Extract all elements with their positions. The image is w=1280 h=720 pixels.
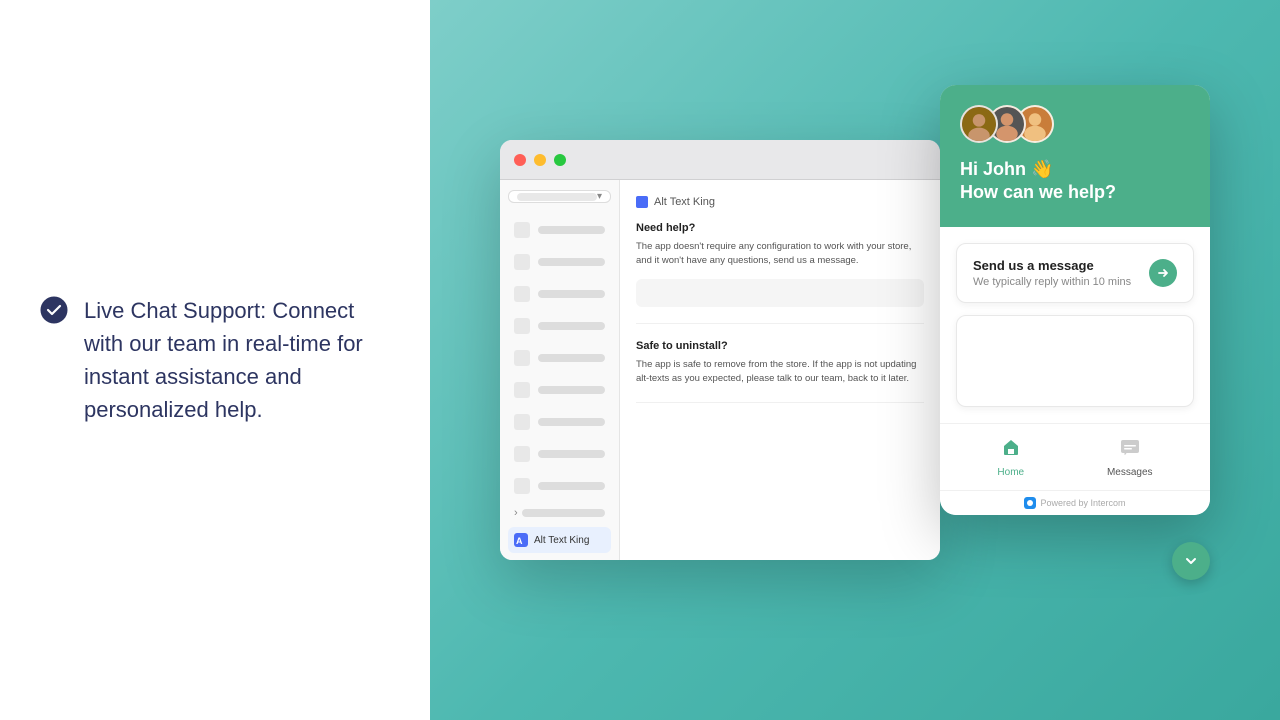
faq-text-1: The app is safe to remove from the store… [636,358,924,387]
app-sidebar: ▾ [500,180,620,560]
browser-body: ▾ [500,180,940,560]
send-arrow-button[interactable] [1149,259,1177,287]
nav-settings-label [538,418,605,426]
sidebar-nav-settings[interactable] [508,409,611,435]
tag-icon [514,286,530,302]
sidebar-nav-tags[interactable] [508,281,611,307]
app-content: Alt Text King Need help? The app doesn't… [620,180,940,560]
store-icon [514,478,530,494]
chevron-down-icon [1183,553,1199,569]
faq-item-0: Need help? The app doesn't require any c… [636,222,924,324]
traffic-light-red[interactable] [514,154,526,166]
send-message-content: Send us a message We typically reply wit… [973,258,1131,288]
sidebar-nav-home[interactable] [508,217,611,243]
footer-tab-home[interactable]: Home [997,436,1024,478]
recent-conversations [956,315,1194,407]
send-message-title: Send us a message [973,258,1131,273]
sidebar-nav-inbox[interactable] [508,249,611,275]
nav-store-label [538,482,605,490]
left-panel: Live Chat Support: Connect with our team… [0,0,430,720]
chat-widget: Hi John 👋 How can we help? Send us a mes… [940,85,1210,515]
gear-icon [514,414,530,430]
content-app-icon [636,196,648,208]
nav-images-label [538,354,605,362]
user-icon [514,318,530,334]
chevron-right-icon: › [514,507,518,519]
nav-home-label [538,226,605,234]
faq-input-0[interactable] [636,279,924,307]
chat-greeting-line2: How can we help? [960,182,1190,203]
svg-text:A: A [516,536,523,546]
right-panel: ▾ [430,0,1280,720]
browser-window: ▾ [500,140,940,560]
nav-tags-label [538,290,605,298]
traffic-light-green[interactable] [554,154,566,166]
image-icon [514,350,530,366]
intercom-logo-icon [1024,497,1036,509]
powered-by-bar: Powered by Intercom [940,490,1210,515]
sidebar-bottom: › A Alt Text King [508,473,611,553]
send-message-subtitle: We typically reply within 10 mins [973,276,1131,288]
footer-tab-messages[interactable]: Messages [1107,436,1153,478]
feature-item: Live Chat Support: Connect with our team… [40,294,390,426]
sidebar-dropdown[interactable]: ▾ [508,190,611,203]
content-app-name: Alt Text King [654,196,715,208]
nav-security-label [538,450,605,458]
nav-analytics-label [538,386,605,394]
faq-title-0: Need help? [636,222,924,234]
home-tab-label: Home [997,467,1024,478]
app-logo-icon: A [514,533,528,547]
faq-text-0: The app doesn't require any configuratio… [636,240,924,269]
sidebar-nav-security[interactable] [508,441,611,467]
messages-tab-icon [1119,436,1141,464]
nav-users-label [538,322,605,330]
expand-label [522,509,605,517]
messages-tab-label: Messages [1107,467,1153,478]
chat-footer: Home Messages [940,423,1210,490]
sidebar-nav-store[interactable] [508,473,611,499]
chat-close-button[interactable] [1172,542,1210,580]
chart-icon [514,382,530,398]
chat-greeting: Hi John 👋 How can we help? [960,159,1190,203]
app-label-item[interactable]: A Alt Text King [508,527,611,553]
check-icon [40,296,68,324]
nav-inbox-label [538,258,605,266]
home-tab-icon [1000,436,1022,464]
chat-body: Send us a message We typically reply wit… [940,227,1210,423]
shield-icon [514,446,530,462]
browser-titlebar [500,140,940,180]
chat-avatars [960,105,1190,143]
sidebar-nav-analytics[interactable] [508,377,611,403]
app-name-label: Alt Text King [534,535,589,546]
powered-by-text: Powered by Intercom [1040,498,1125,508]
inbox-icon [514,254,530,270]
arrow-right-icon [1156,266,1170,280]
avatar-1 [960,105,998,143]
content-header: Alt Text King [636,196,924,208]
feature-description: Live Chat Support: Connect with our team… [84,294,390,426]
chat-header: Hi John 👋 How can we help? [940,85,1210,227]
faq-title-1: Safe to uninstall? [636,340,924,352]
faq-item-1: Safe to uninstall? The app is safe to re… [636,340,924,404]
sidebar-nav-images[interactable] [508,345,611,371]
send-message-card[interactable]: Send us a message We typically reply wit… [956,243,1194,303]
chat-greeting-line1: Hi John 👋 [960,159,1190,180]
sidebar-expand-btn[interactable]: › [508,503,611,523]
traffic-light-yellow[interactable] [534,154,546,166]
home-icon [514,222,530,238]
sidebar-nav-users[interactable] [508,313,611,339]
chevron-down-icon: ▾ [597,191,602,202]
